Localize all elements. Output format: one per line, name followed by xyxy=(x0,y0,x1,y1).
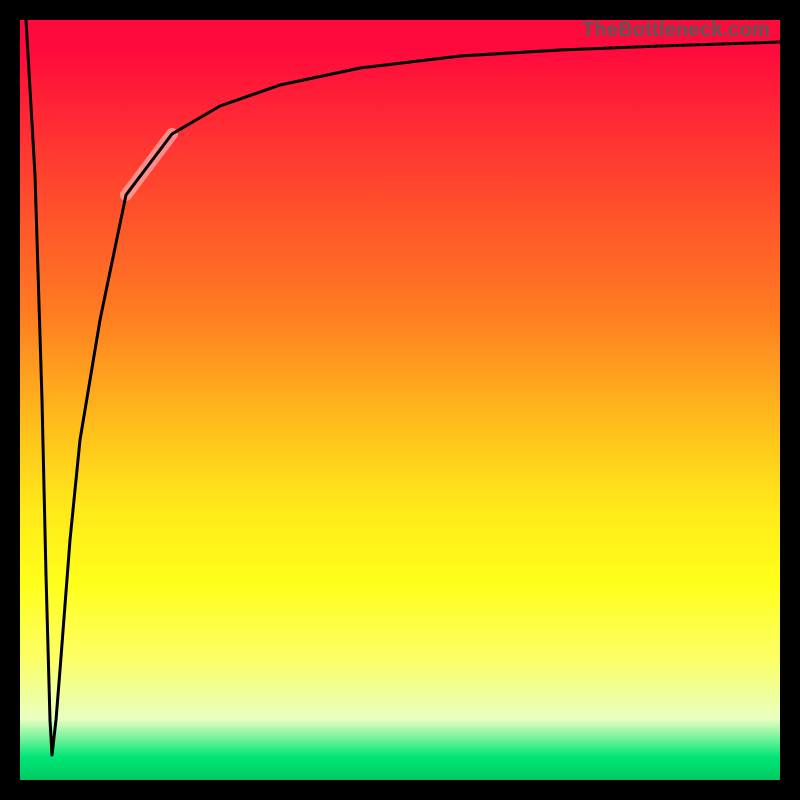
plot-area: TheBottleneck.com xyxy=(20,20,780,780)
curve-path xyxy=(26,20,780,755)
chart-frame: TheBottleneck.com xyxy=(0,0,800,800)
bottleneck-curve xyxy=(20,20,780,780)
